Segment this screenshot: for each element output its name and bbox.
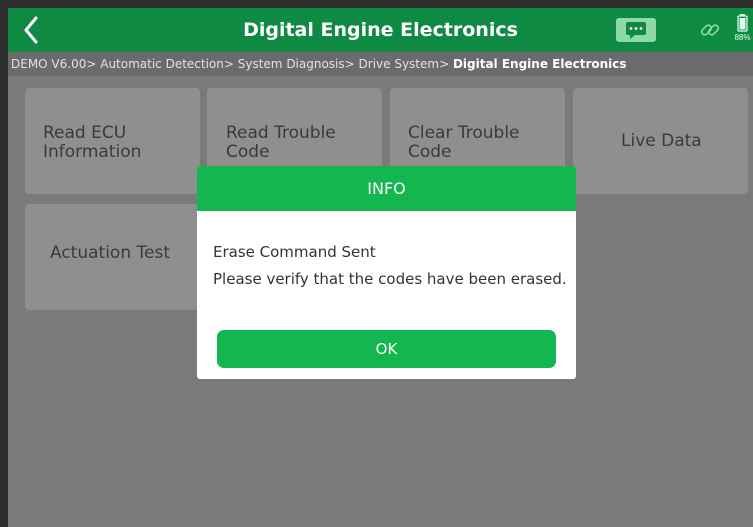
app-window: Digital Engine Electronics 88% DEMO V6.0… xyxy=(8,8,753,527)
battery-indicator: 88% xyxy=(732,14,753,48)
dialog-title: INFO xyxy=(197,166,576,211)
read-ecu-label-line2: Information xyxy=(43,142,142,162)
actuation-test-label: Actuation Test xyxy=(50,243,170,263)
read-ecu-label-line1: Read ECU xyxy=(43,123,127,143)
info-dialog: INFO Erase Command Sent Please verify th… xyxy=(197,166,576,379)
battery-percent: 88% xyxy=(734,33,751,42)
battery-icon xyxy=(737,14,748,32)
top-bar: Digital Engine Electronics 88% xyxy=(8,8,753,52)
breadcrumb: DEMO V6.00> Automatic Detection> System … xyxy=(8,52,753,76)
message-icon xyxy=(626,22,646,39)
clear-code-label-line2: Code xyxy=(408,142,452,162)
dialog-message-line2: Please verify that the codes have been e… xyxy=(213,270,567,288)
live-data-button[interactable]: Live Data xyxy=(573,88,748,194)
link-icon[interactable] xyxy=(698,18,722,42)
live-data-label: Live Data xyxy=(621,131,702,151)
read-code-label-line1: Read Trouble xyxy=(226,123,336,143)
ok-button[interactable]: OK xyxy=(217,330,556,368)
read-code-label-line2: Code xyxy=(226,142,270,162)
actuation-test-button[interactable]: Actuation Test xyxy=(25,204,200,310)
clear-code-label-line1: Clear Trouble xyxy=(408,123,520,143)
breadcrumb-path: DEMO V6.00> Automatic Detection> System … xyxy=(11,57,453,71)
breadcrumb-current: Digital Engine Electronics xyxy=(452,57,627,71)
message-button[interactable] xyxy=(616,18,656,42)
read-ecu-info-button[interactable]: Read ECU Information xyxy=(25,88,200,194)
dialog-message-line1: Erase Command Sent xyxy=(213,243,376,261)
